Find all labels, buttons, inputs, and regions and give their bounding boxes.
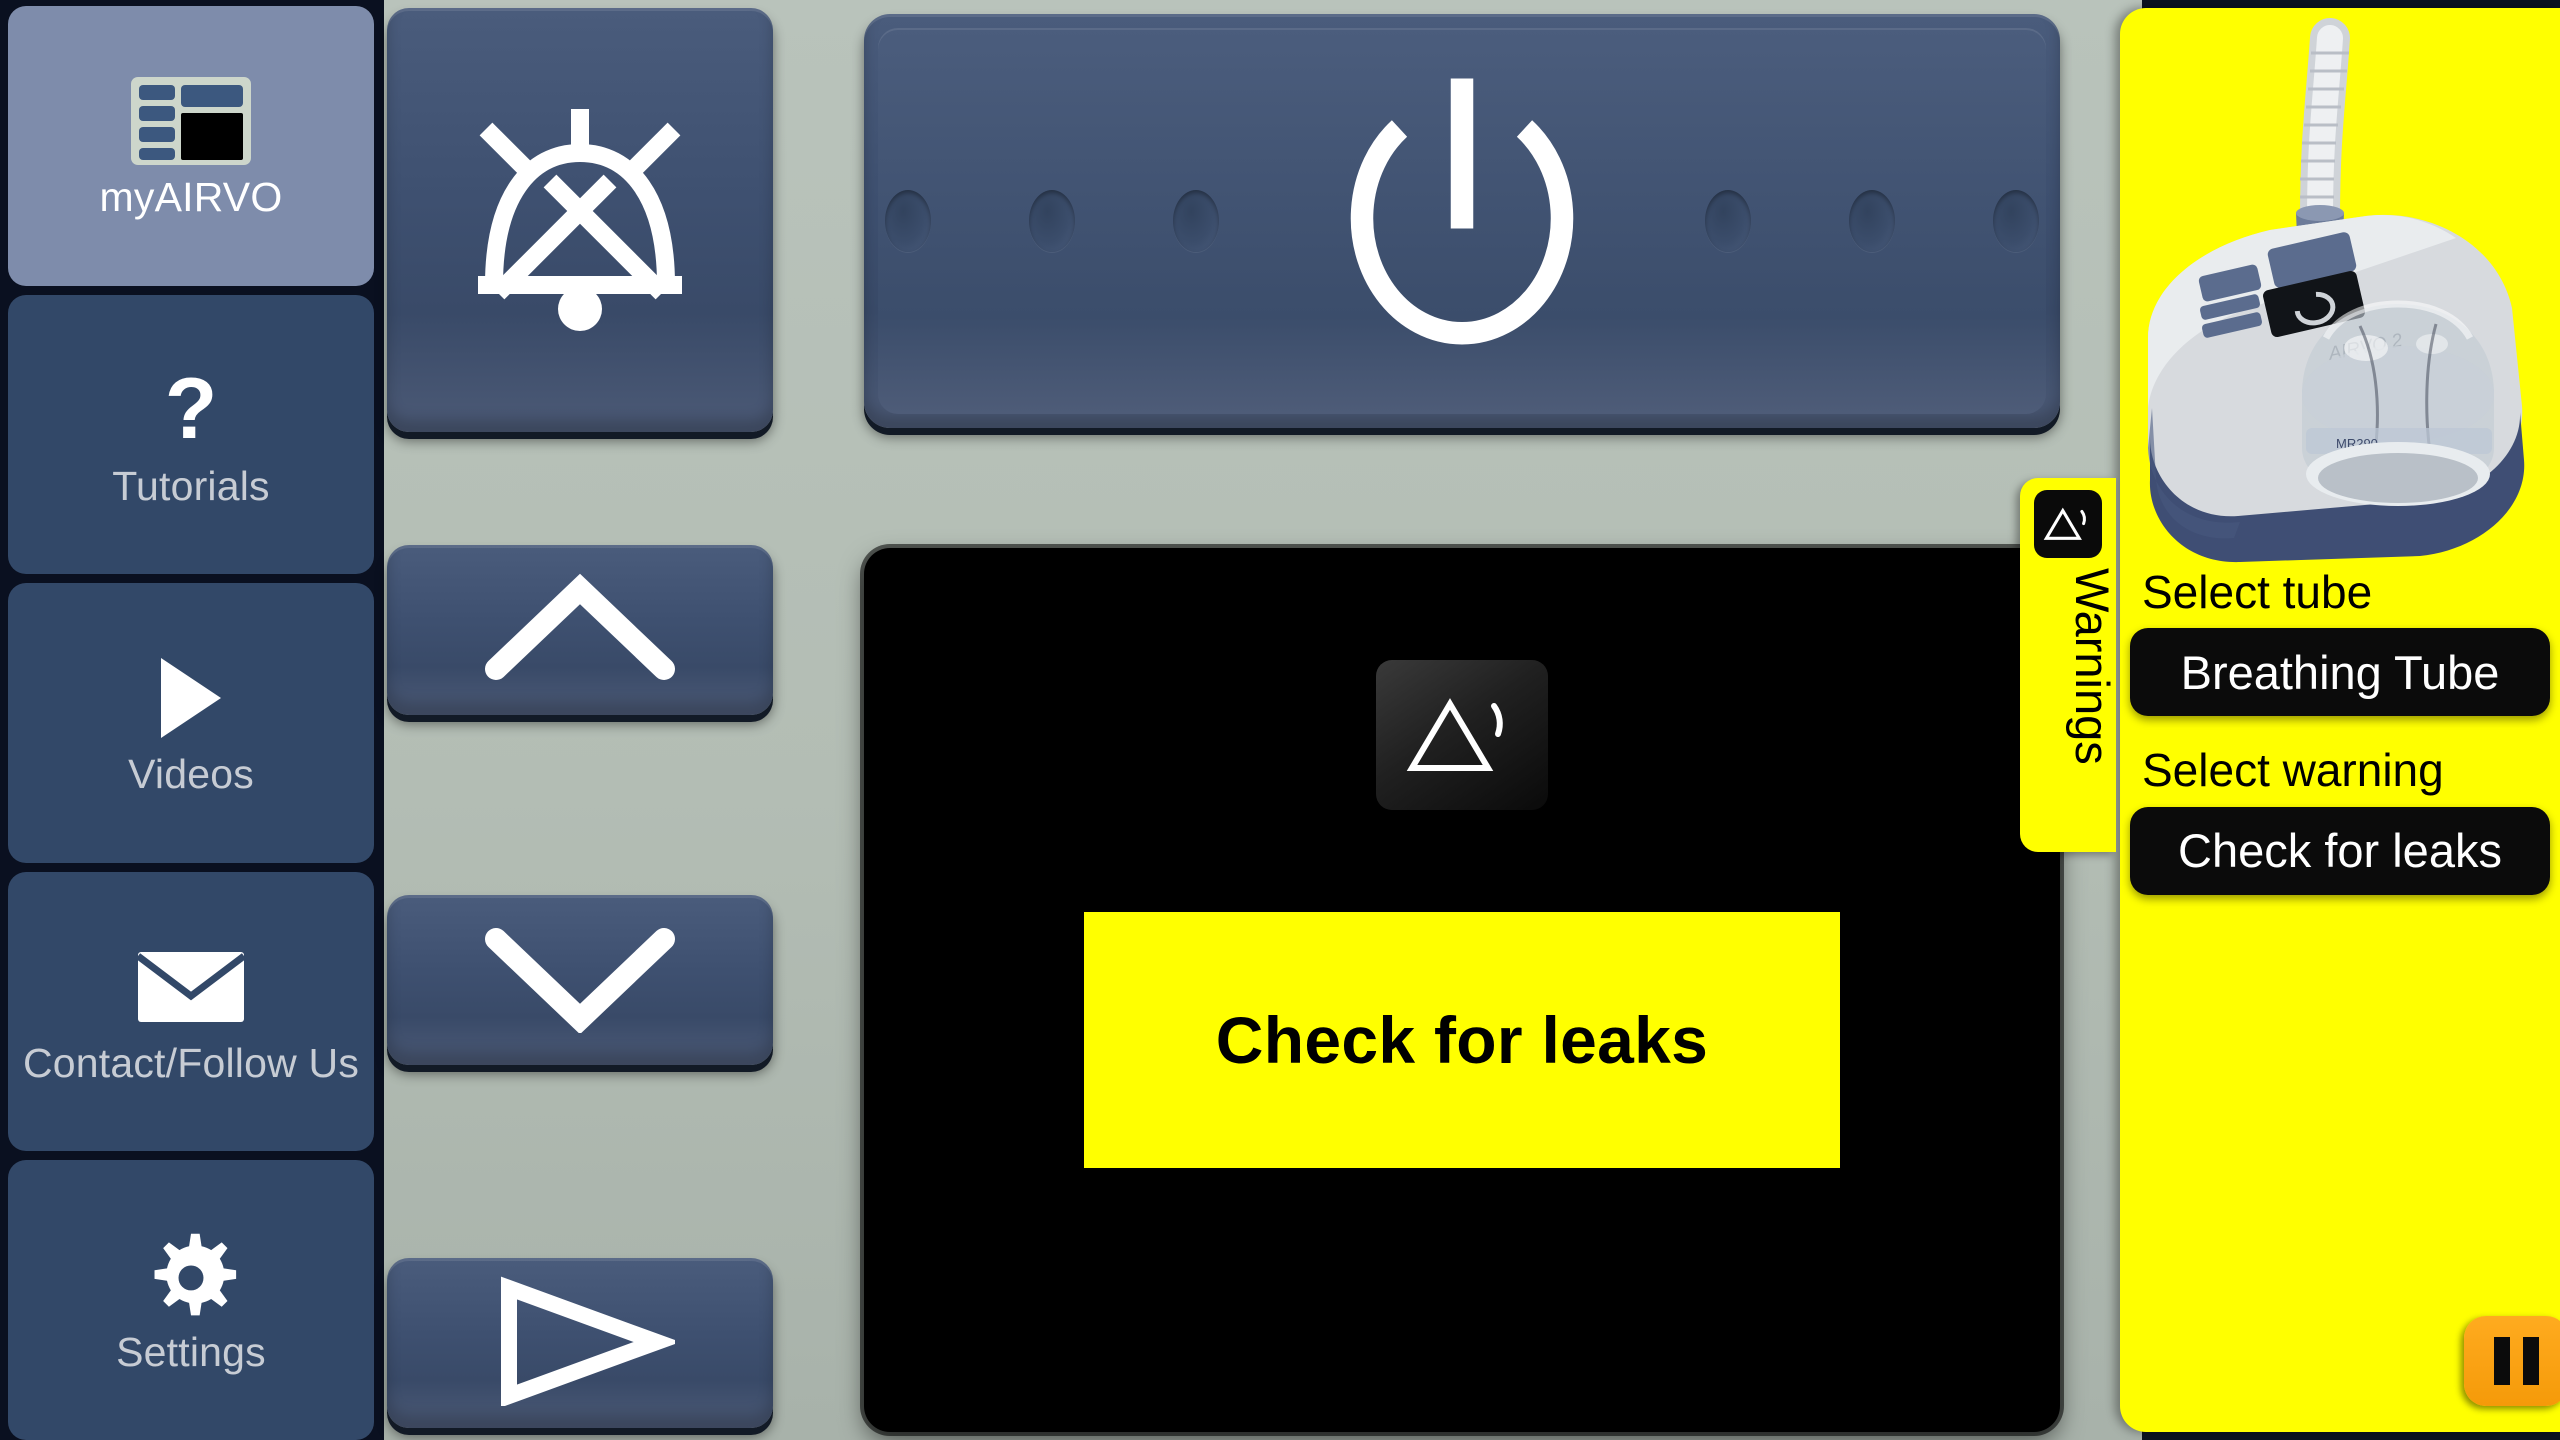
layout-grid-icon [131, 73, 251, 169]
warning-triangle-sound-icon [2034, 490, 2102, 558]
sidebar-item-label: Settings [116, 1328, 266, 1375]
pause-icon-bar [2522, 1337, 2539, 1385]
tube-select-value: Breathing Tube [2180, 645, 2500, 699]
sidebar: myAIRVO ? Tutorials Videos Contact/Follo… [0, 0, 384, 1440]
tube-select-button[interactable]: Breathing Tube [2130, 628, 2550, 717]
chevron-down-icon [480, 923, 680, 1038]
warnings-tab[interactable]: Warnings [2020, 478, 2119, 852]
sidebar-item-settings[interactable]: Settings [8, 1160, 374, 1440]
chevron-up-icon [480, 573, 680, 688]
sidebar-item-contact[interactable]: Contact/Follow Us [8, 871, 374, 1152]
warning-triangle-sound-icon [1376, 660, 1548, 810]
sidebar-item-label: Videos [128, 751, 254, 798]
warnings-tab-label: Warnings [2066, 568, 2119, 765]
power-button[interactable] [864, 14, 2060, 428]
select-tube-label: Select tube [2142, 566, 2373, 618]
power-icon [1337, 74, 1587, 369]
alarm-mute-button[interactable] [387, 8, 773, 432]
airvo2-device-photo: AIRVO 2 MR290 [2130, 8, 2560, 563]
warnings-controls: Select tube Breathing Tube Select warnin… [2120, 568, 2560, 1432]
sidebar-item-label: myAIRVO [99, 174, 283, 221]
sidebar-item-videos[interactable]: Videos [8, 583, 374, 863]
pause-button[interactable] [2464, 1316, 2560, 1406]
up-button[interactable] [387, 545, 773, 715]
sidebar-item-myairvo[interactable]: myAIRVO [8, 6, 374, 286]
screen-warning-banner: Check for leaks [1084, 912, 1840, 1168]
select-warning-label: Select warning [2142, 744, 2444, 797]
play-icon [161, 650, 221, 746]
warning-select-value: Check for leaks [2178, 824, 2502, 878]
envelope-icon [136, 939, 246, 1035]
sidebar-item-label: Tutorials [112, 462, 270, 509]
sidebar-item-label: Contact/Follow Us [22, 1040, 360, 1087]
screen-warning-text: Check for leaks [1215, 1003, 1709, 1077]
warning-select-button[interactable]: Check for leaks [2130, 806, 2550, 895]
pause-icon-bar [2493, 1337, 2510, 1385]
question-mark-icon: ? [164, 361, 218, 458]
warnings-panel: AIRVO 2 MR290 Sele [2120, 8, 2560, 1432]
device-screen: Check for leaks [864, 548, 2060, 1432]
bell-crossed-icon [450, 93, 710, 348]
device-face: Check for leaks [384, 0, 2142, 1440]
down-button[interactable] [387, 895, 773, 1065]
play-outline-icon [485, 1276, 681, 1411]
gear-icon [143, 1228, 239, 1324]
sidebar-item-tutorials[interactable]: ? Tutorials [8, 294, 374, 575]
mode-button[interactable] [387, 1258, 773, 1428]
